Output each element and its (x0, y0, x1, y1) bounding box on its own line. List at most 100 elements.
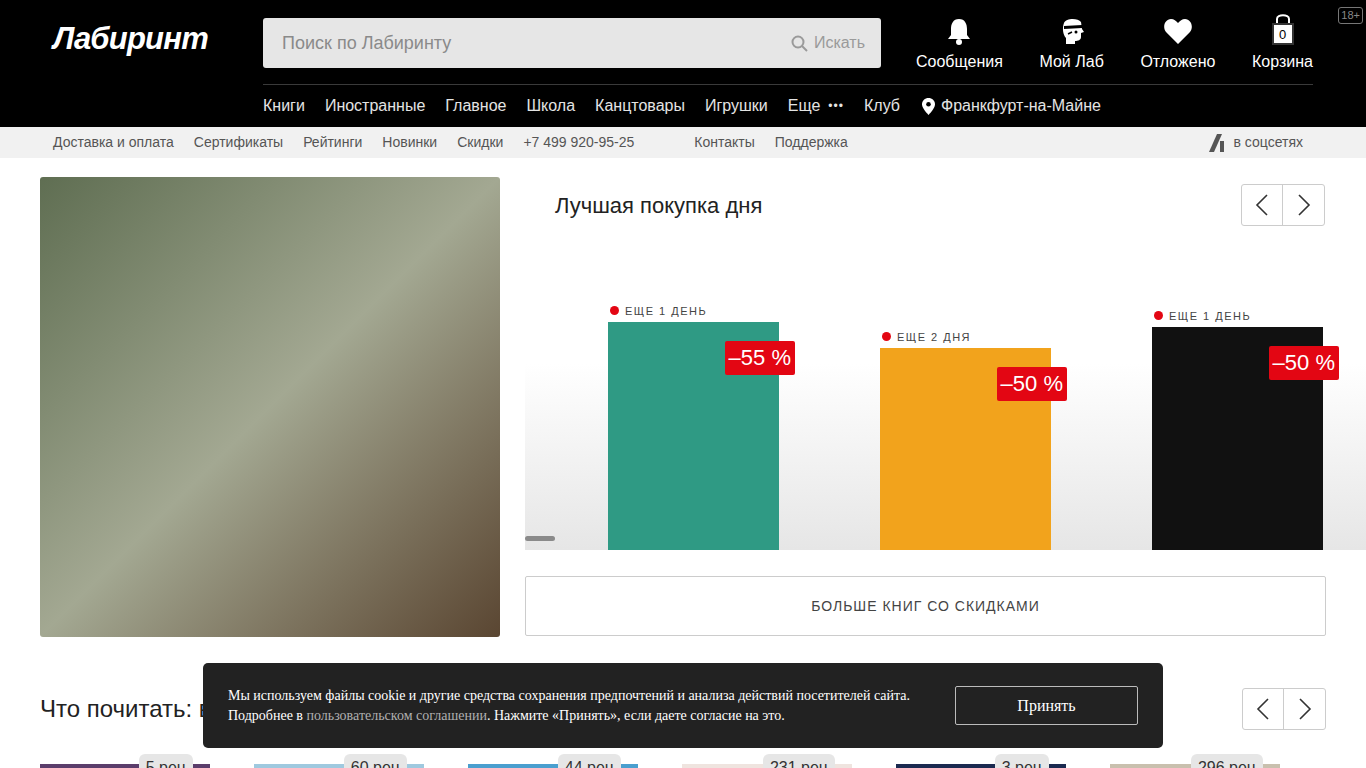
more-discounts-button[interactable]: БОЛЬШЕ КНИГ СО СКИДКАМИ (525, 576, 1326, 636)
bell-icon (946, 17, 972, 45)
cookie-banner: Мы используем файлы cookie и другие сред… (203, 663, 1163, 748)
header-action-label: Корзина (1252, 50, 1313, 74)
magnifier-icon (791, 35, 808, 52)
reviews-badge: 231 рец (763, 754, 835, 768)
user-agreement-link[interactable]: пользовательском соглашении (306, 708, 486, 723)
reviews-badge: 296 рец (1191, 754, 1263, 768)
next-button[interactable] (1283, 185, 1324, 225)
more-dots-icon: ••• (828, 97, 844, 115)
sub-nav-right: Контакты Поддержка (694, 132, 848, 153)
location-label: Франкфурт-на-Майне (941, 94, 1101, 118)
best-deal-carousel: Лучшая покупка дня ЕЩЕ 1 ДЕНЬ –55 % ЕЩЕ 2 Д… (525, 177, 1366, 550)
cart-count: 0 (1272, 23, 1294, 45)
book-cover[interactable]: –50 % (880, 348, 1051, 550)
timer-dot (1154, 311, 1163, 320)
map-pin-icon (922, 98, 935, 115)
deal-timer-label: ЕЩЕ 2 ДНЯ (897, 329, 971, 346)
nav-item-label: Еще (788, 94, 821, 118)
timer-dot (882, 332, 891, 341)
search-bar: Искать (263, 18, 881, 68)
nav-item-label: Школа (526, 94, 575, 118)
chevron-right-icon (1298, 698, 1312, 720)
deal-book[interactable]: ЕЩЕ 2 ДНЯ –50 % (880, 329, 1052, 551)
header-action-label: Отложено (1140, 50, 1215, 74)
reading-book[interactable]: 231 рец (682, 754, 852, 768)
sub-nav: Доставка и оплата Сертификаты Рейтинги Нови… (0, 127, 1366, 158)
header-action[interactable]: Отложено (1140, 17, 1215, 74)
reviews-badge: 5 рец (139, 754, 193, 768)
header-action[interactable]: Сообщения (916, 17, 1003, 74)
deal-books-row: ЕЩЕ 1 ДЕНЬ–55 %ЕЩЕ 2 ДНЯ–50 %ЕЩЕ 1 ДЕНЬ–… (525, 226, 1366, 550)
phone-link[interactable]: +7 499 920-95-25 (523, 132, 634, 153)
reading-book[interactable]: 3 рец (896, 754, 1066, 768)
prev-button[interactable] (1242, 185, 1283, 225)
nav-item[interactable]: Канцтовары (595, 94, 685, 118)
book-cover[interactable]: –50 % (1152, 327, 1323, 550)
reading-book[interactable]: 60 рец (254, 754, 424, 768)
header-action[interactable]: 0 Корзина (1252, 17, 1313, 74)
nav-item[interactable]: Иностранные (325, 94, 425, 118)
reviews-badge: 44 рец (558, 754, 621, 768)
promo-banner[interactable] (40, 177, 500, 637)
social-link[interactable]: в соцсетях (1208, 132, 1303, 153)
next-button[interactable] (1284, 689, 1325, 729)
nav-item-label: Иностранные (325, 94, 425, 118)
chevron-left-icon (1256, 698, 1270, 720)
deal-timer: ЕЩЕ 1 ДЕНЬ (608, 303, 780, 320)
sub-nav-link[interactable]: Поддержка (775, 132, 848, 153)
sub-nav-link[interactable]: Доставка и оплата (53, 132, 174, 153)
reading-title: Что почитать: вы (40, 691, 229, 727)
site-header: Лабиринт 18+ Искать Сообщения Мой Лаб Отложен… (0, 0, 1366, 127)
main-content: Лучшая покупка дня ЕЩЕ 1 ДЕНЬ –55 % ЕЩЕ 2 Д… (0, 158, 1366, 637)
cookie-line: Подробнее в пользовательском соглашении.… (228, 706, 910, 726)
accept-cookies-button[interactable]: Принять (955, 686, 1138, 725)
nav-item-label: Игрушки (705, 94, 768, 118)
chevron-left-icon (1255, 194, 1269, 216)
carousel-header: Лучшая покупка дня (525, 177, 1366, 226)
search-button[interactable]: Искать (791, 31, 865, 55)
nav-item[interactable]: Игрушки (705, 94, 768, 118)
sub-nav-link[interactable]: Скидки (457, 132, 503, 153)
deal-timer-label: ЕЩЕ 1 ДЕНЬ (625, 303, 707, 320)
best-deal-section: Лучшая покупка дня ЕЩЕ 1 ДЕНЬ –55 % ЕЩЕ 2 Д… (525, 177, 1326, 637)
sub-nav-link[interactable]: Сертификаты (194, 132, 283, 153)
nav-item[interactable]: Клуб (864, 94, 900, 118)
reading-books-row: 5 рец 60 рец 44 рец 231 рец 3 рец 296 рец (40, 754, 1326, 768)
discount-badge: –50 % (997, 367, 1067, 401)
page: Лабиринт 18+ Искать Сообщения Мой Лаб Отложен… (0, 0, 1366, 768)
sub-nav-link[interactable]: Рейтинги (303, 132, 362, 153)
location-selector[interactable]: Франкфурт-на-Майне (922, 94, 1101, 118)
sub-nav-left: Доставка и оплата Сертификаты Рейтинги Нови… (53, 132, 634, 153)
nav-item[interactable]: Книги (263, 94, 305, 118)
reviews-badge: 3 рец (995, 754, 1049, 768)
deal-book[interactable]: ЕЩЕ 1 ДЕНЬ–50 % (1152, 308, 1324, 551)
reviews-badge: 60 рец (344, 754, 407, 768)
header-action[interactable]: Мой Лаб (1039, 17, 1103, 74)
sub-nav-link[interactable]: Контакты (694, 132, 754, 153)
book-cover[interactable]: –55 % (608, 322, 779, 550)
carousel-arrows (1242, 688, 1326, 730)
deal-timer: ЕЩЕ 2 ДНЯ (880, 329, 1052, 346)
nav-item-label: Канцтовары (595, 94, 685, 118)
search-input[interactable] (282, 30, 791, 57)
profile-face-icon (1058, 17, 1086, 45)
discount-badge: –55 % (725, 341, 795, 375)
cookie-line: Мы используем файлы cookie и другие сред… (228, 686, 910, 706)
carousel-title: Лучшая покупка дня (555, 189, 762, 222)
header-top-row: Искать Сообщения Мой Лаб Отложено 0 Корзина (263, 0, 1313, 85)
cart-bag: 0 (1272, 17, 1294, 45)
carousel-scroll-indicator[interactable] (525, 536, 555, 541)
reading-book[interactable]: 44 рец (468, 754, 638, 768)
nav-item[interactable]: Школа (526, 94, 575, 118)
reading-book[interactable]: 296 рец (1110, 754, 1280, 768)
logo[interactable]: Лабиринт (53, 23, 263, 54)
nav-item[interactable]: Главное (445, 94, 506, 118)
prev-button[interactable] (1243, 689, 1284, 729)
nav-item[interactable]: Еще ••• (788, 94, 844, 118)
sub-nav-link[interactable]: Новинки (382, 132, 437, 153)
labirint-logo-icon (1208, 133, 1228, 153)
age-badge: 18+ (1338, 7, 1363, 24)
deal-book[interactable]: ЕЩЕ 1 ДЕНЬ –55 % (608, 303, 780, 551)
header-action-label: Мой Лаб (1039, 50, 1103, 74)
reading-book[interactable]: 5 рец (40, 754, 210, 768)
